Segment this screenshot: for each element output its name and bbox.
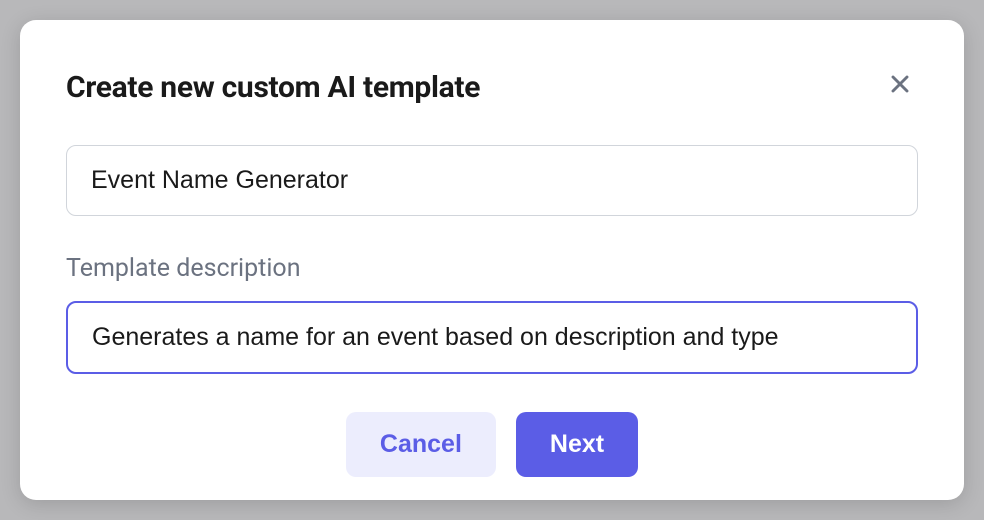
next-button[interactable]: Next [516,412,638,477]
close-icon [886,70,914,98]
modal-header: Create new custom AI template [66,70,918,105]
cancel-button[interactable]: Cancel [346,412,496,477]
create-template-modal: Create new custom AI template Template d… [20,20,964,500]
modal-actions: Cancel Next [66,412,918,477]
template-name-input[interactable] [66,145,918,216]
form-fields: Template description [66,145,918,374]
modal-title: Create new custom AI template [66,70,480,105]
close-button[interactable] [882,66,918,102]
template-description-input[interactable] [66,301,918,374]
template-description-label: Template description [66,254,918,283]
